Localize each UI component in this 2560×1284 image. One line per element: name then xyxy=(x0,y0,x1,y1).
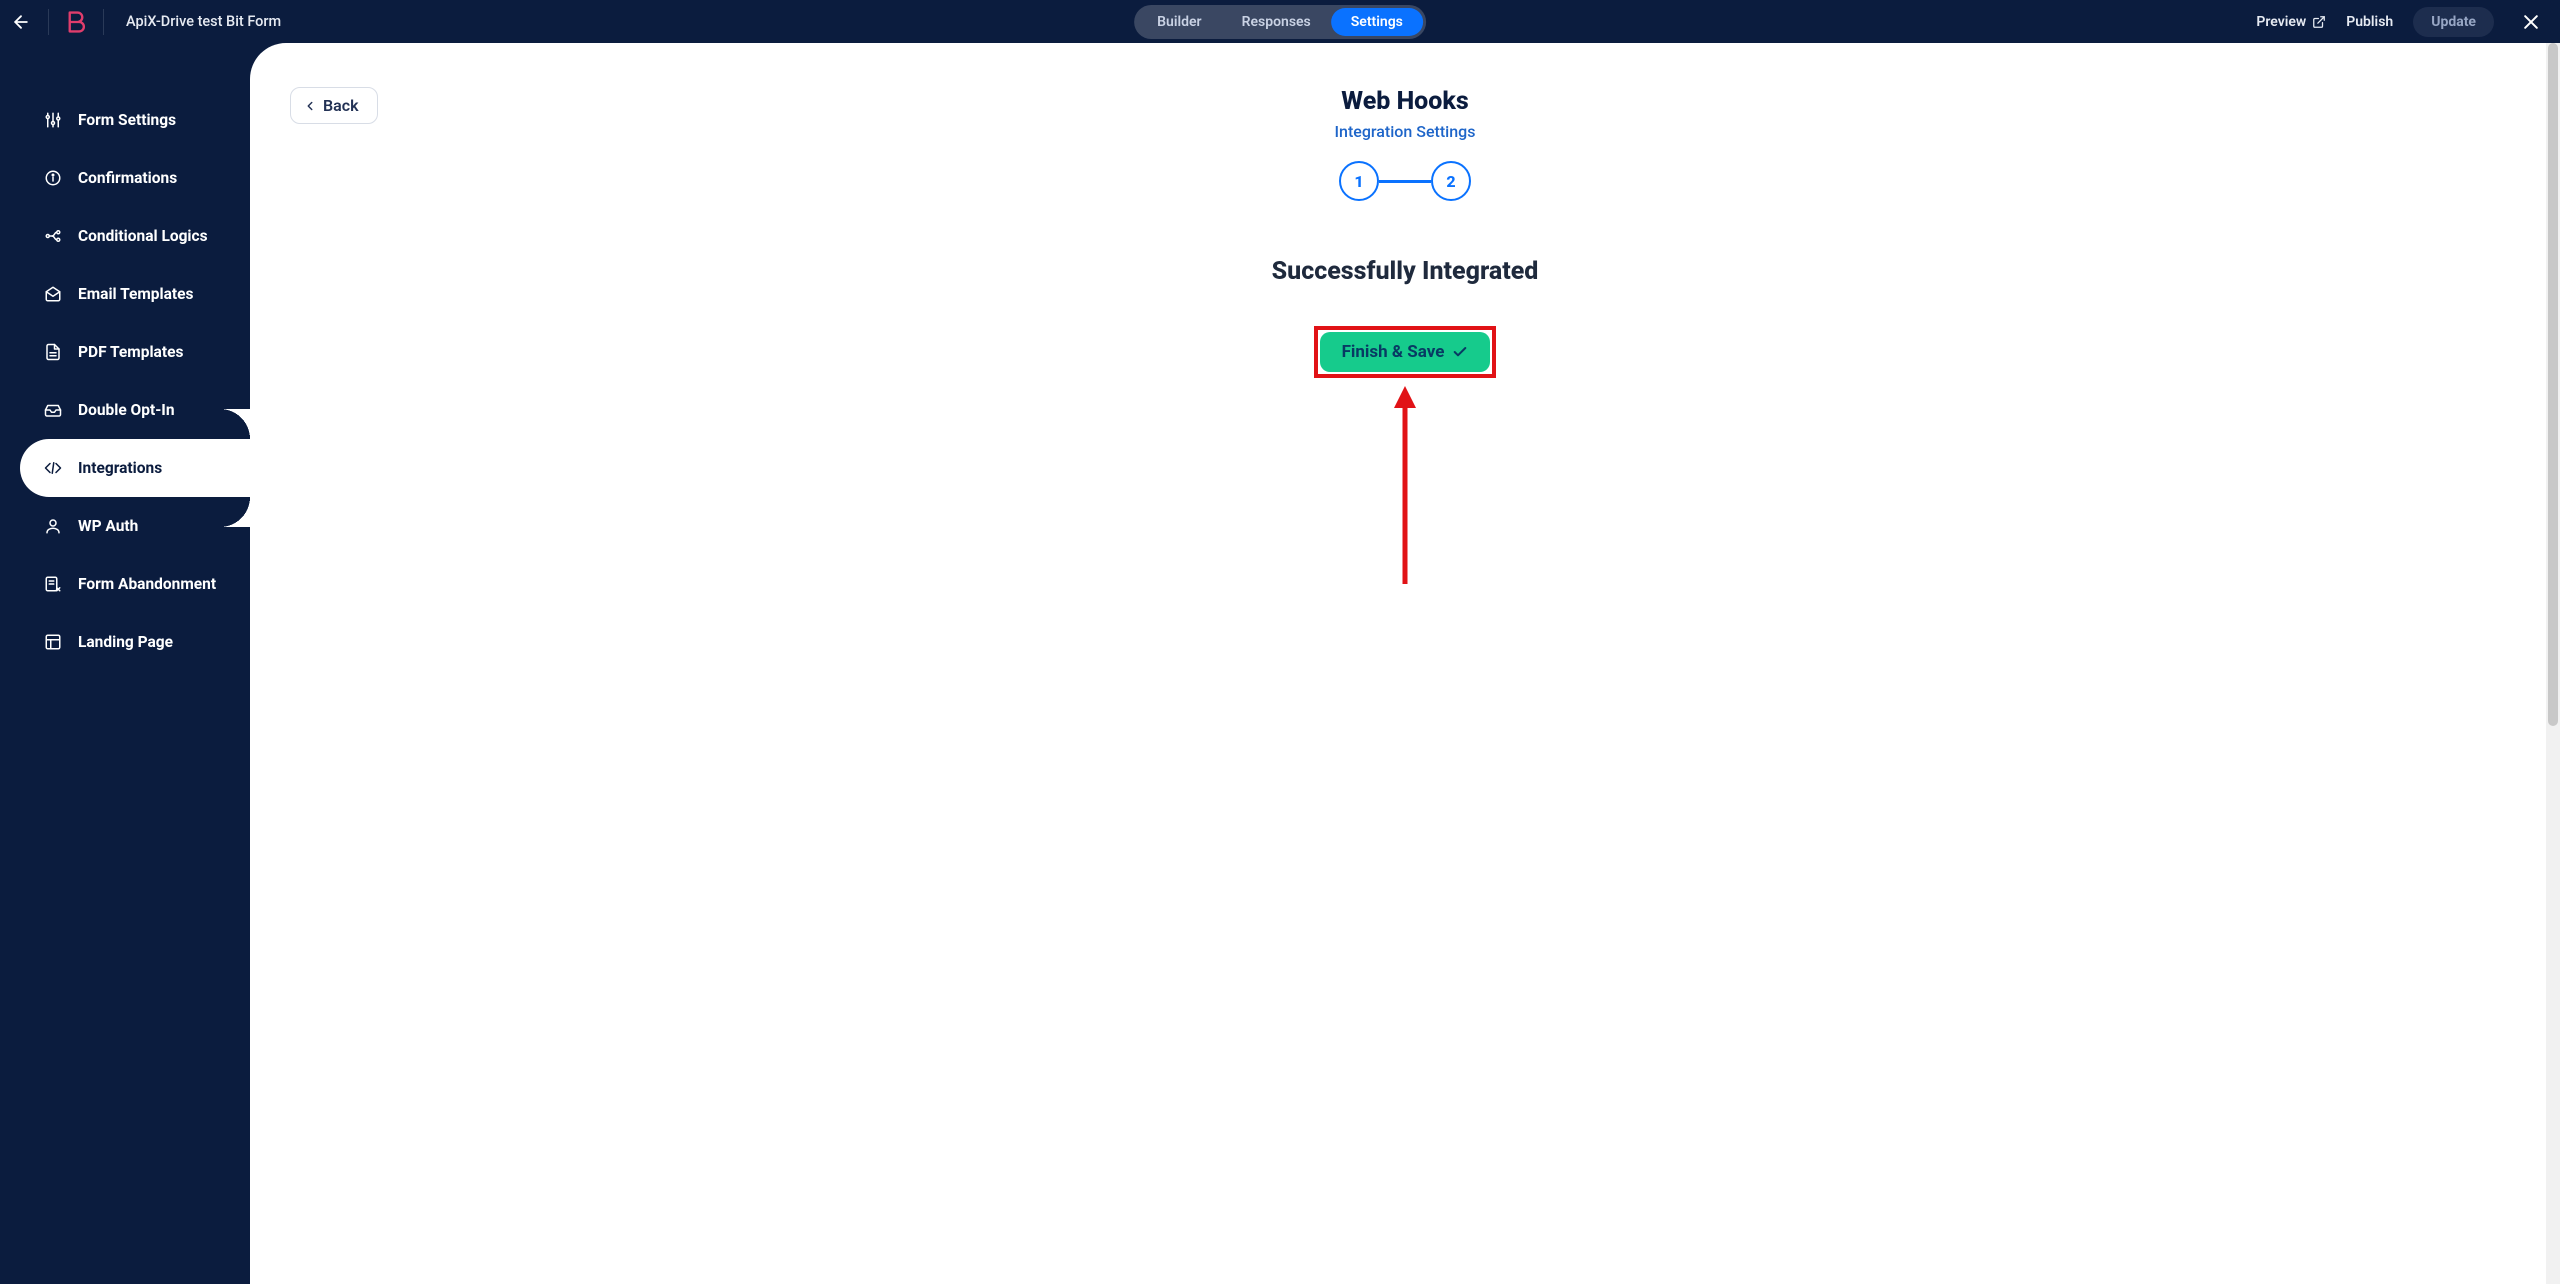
chevron-left-icon xyxy=(303,99,317,113)
step-connector xyxy=(1379,180,1431,183)
step-indicator: 1 2 xyxy=(1339,161,1471,201)
tab-responses[interactable]: Responses xyxy=(1222,8,1331,36)
sidebar-item-label: Form Settings xyxy=(78,111,176,129)
close-icon xyxy=(2521,12,2541,32)
back-arrow-button[interactable] xyxy=(0,0,42,43)
code-icon xyxy=(44,459,62,477)
view-tabs: Builder Responses Settings xyxy=(1134,5,1426,39)
user-icon xyxy=(44,517,62,535)
sidebar-item-integrations[interactable]: Integrations xyxy=(20,439,250,497)
sidebar-item-label: WP Auth xyxy=(78,517,138,535)
layout-icon xyxy=(44,633,62,651)
form-edit-icon xyxy=(44,575,62,593)
back-label: Back xyxy=(323,96,359,115)
content-area: Back Web Hooks Integration Settings 1 2 … xyxy=(250,43,2560,1284)
back-button[interactable]: Back xyxy=(290,87,378,124)
info-icon xyxy=(44,169,62,187)
top-bar-left: ApiX-Drive test Bit Form xyxy=(0,0,281,43)
annotation-highlight-box: Finish & Save xyxy=(1314,326,1497,378)
sidebar-item-pdf-templates[interactable]: PDF Templates xyxy=(0,323,250,381)
divider xyxy=(103,9,104,35)
sliders-icon xyxy=(44,111,62,129)
publish-link[interactable]: Publish xyxy=(2346,14,2393,30)
sidebar-item-label: Form Abandonment xyxy=(78,575,216,593)
file-icon xyxy=(44,343,62,361)
sidebar-item-label: PDF Templates xyxy=(78,343,183,361)
arrow-up-icon xyxy=(1390,386,1420,586)
mail-open-icon xyxy=(44,285,62,303)
scrollbar-track[interactable] xyxy=(2546,43,2560,1284)
arrow-left-icon xyxy=(11,12,31,32)
sidebar-item-label: Landing Page xyxy=(78,633,173,651)
page-title: ApiX-Drive test Bit Form xyxy=(126,13,281,30)
preview-label: Preview xyxy=(2256,14,2306,30)
sidebar-item-double-opt-in[interactable]: Double Opt-In xyxy=(0,381,250,439)
sidebar-item-email-templates[interactable]: Email Templates xyxy=(0,265,250,323)
tab-settings[interactable]: Settings xyxy=(1331,8,1423,36)
sidebar-item-confirmations[interactable]: Confirmations xyxy=(0,149,250,207)
sidebar: Form Settings Confirmations Conditional … xyxy=(0,43,250,1284)
main-column: Web Hooks Integration Settings 1 2 Succe… xyxy=(290,87,2520,586)
branch-icon xyxy=(44,227,62,245)
integration-title: Web Hooks xyxy=(1341,87,1468,116)
top-bar-right: Preview Publish Update xyxy=(2256,5,2560,39)
preview-link[interactable]: Preview xyxy=(2256,14,2326,30)
external-link-icon xyxy=(2312,15,2326,29)
close-button[interactable] xyxy=(2514,5,2548,39)
sidebar-item-label: Email Templates xyxy=(78,285,194,303)
top-bar: ApiX-Drive test Bit Form Builder Respons… xyxy=(0,0,2560,43)
sidebar-item-wp-auth[interactable]: WP Auth xyxy=(0,497,250,555)
finish-save-button[interactable]: Finish & Save xyxy=(1320,332,1491,372)
step-2: 2 xyxy=(1431,161,1471,201)
update-button[interactable]: Update xyxy=(2413,7,2494,37)
sidebar-item-label: Double Opt-In xyxy=(78,401,175,419)
inbox-icon xyxy=(44,401,62,419)
scrollbar-thumb[interactable] xyxy=(2548,43,2558,726)
tab-builder[interactable]: Builder xyxy=(1137,8,1221,36)
app-logo[interactable] xyxy=(55,0,97,43)
finish-label: Finish & Save xyxy=(1342,342,1445,362)
sidebar-item-landing-page[interactable]: Landing Page xyxy=(0,613,250,671)
sidebar-item-form-settings[interactable]: Form Settings xyxy=(0,91,250,149)
publish-label: Publish xyxy=(2346,14,2393,30)
sidebar-item-form-abandonment[interactable]: Form Abandonment xyxy=(0,555,250,613)
app-shell: Form Settings Confirmations Conditional … xyxy=(0,43,2560,1284)
success-message: Successfully Integrated xyxy=(1272,257,1539,286)
sidebar-item-label: Confirmations xyxy=(78,169,177,187)
divider xyxy=(48,9,49,35)
integration-subtitle: Integration Settings xyxy=(1335,122,1476,141)
sidebar-item-label: Conditional Logics xyxy=(78,227,208,245)
sidebar-item-conditional-logics[interactable]: Conditional Logics xyxy=(0,207,250,265)
annotation-arrow xyxy=(1390,386,1420,586)
check-icon xyxy=(1452,344,1468,360)
step-1: 1 xyxy=(1339,161,1379,201)
logo-b-icon xyxy=(66,11,86,33)
sidebar-item-label: Integrations xyxy=(78,459,162,477)
